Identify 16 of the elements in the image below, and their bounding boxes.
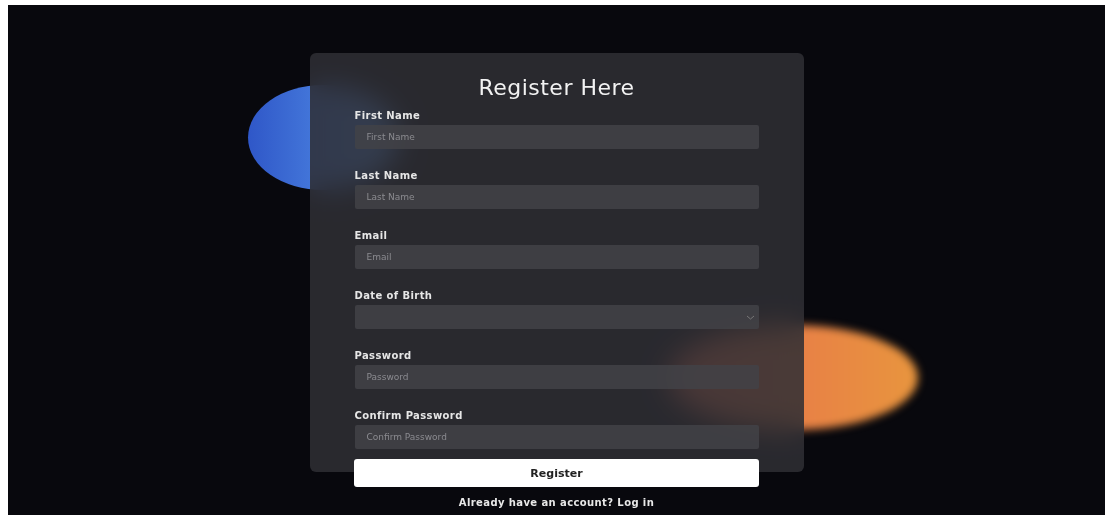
field-label: Email — [354, 230, 389, 241]
form-title: Register Here — [477, 75, 636, 100]
chevron-down-icon — [745, 314, 755, 320]
field-label: Password — [354, 350, 413, 361]
field-label: Last Name — [354, 170, 419, 181]
password-field[interactable]: Password — [354, 365, 759, 389]
date-field[interactable] — [354, 305, 759, 329]
password-field[interactable]: Confirm Password — [354, 425, 759, 449]
register-button[interactable]: Register — [354, 459, 759, 487]
text-field[interactable]: First Name — [354, 125, 759, 149]
text-field[interactable]: Email — [354, 245, 759, 269]
text-field[interactable]: Last Name — [354, 185, 759, 209]
field-label: First Name — [354, 110, 422, 121]
login-link[interactable]: Already have an account? Log in — [458, 497, 655, 508]
field-label: Confirm Password — [354, 410, 464, 421]
field-label: Date of Birth — [354, 290, 434, 301]
